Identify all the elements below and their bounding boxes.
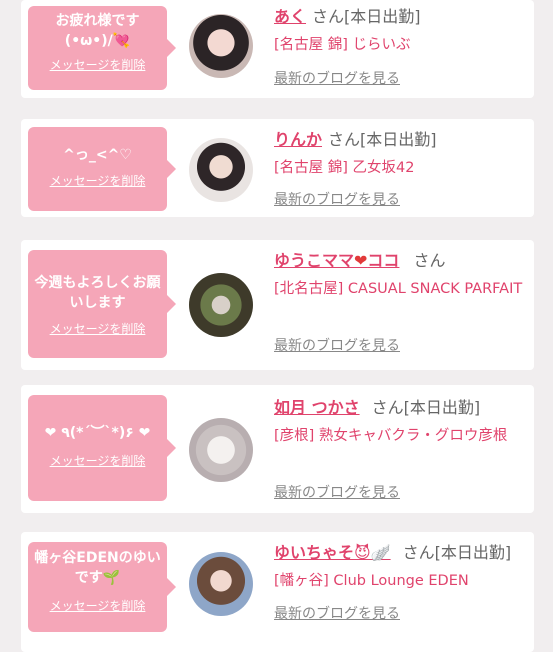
store-label: [彦根] 熟女キャバクラ・グロウ彦根 (274, 428, 508, 444)
name-line: りんか さん[本日出勤] (274, 129, 530, 151)
blog-link[interactable]: 最新のブログを見る (274, 483, 400, 503)
store-label: [名古屋 錦] 乙女坂42 (274, 160, 415, 176)
delete-message-link[interactable]: メッセージを削除 (34, 453, 161, 469)
blog-link[interactable]: 最新のブログを見る (274, 336, 400, 356)
message-card: ❤ ٩(*´︶`*)۶ ❤ メッセージを削除 如月 つかさ さん[本日出勤] [彦… (21, 385, 534, 513)
avatar[interactable] (189, 273, 253, 337)
profile-info: ゆいちゃそ😈🪽 さん[本日出勤] [幡ヶ谷] Club Lounge EDEN 最… (274, 542, 530, 642)
profile-name-link[interactable]: あく (274, 7, 306, 26)
profile-info: りんか さん[本日出勤] [名古屋 錦] 乙女坂42 最新のブログを見る (274, 129, 530, 215)
san-label: さん (328, 130, 361, 149)
blog-link[interactable]: 最新のブログを見る (274, 190, 400, 210)
store-label: [名古屋 錦] じらいぶ (274, 37, 411, 53)
status-badge: [本日出勤] (344, 7, 421, 26)
message-text: 今週もよろしくお願いします (34, 275, 161, 311)
san-label: さん (402, 543, 435, 562)
message-card: 幡ヶ谷EDENのゆいです🌱 メッセージを削除 ゆいちゃそ😈🪽 さん[本日出勤] [… (21, 532, 534, 652)
delete-message-link[interactable]: メッセージを削除 (34, 173, 161, 189)
name-line: 如月 つかさ さん[本日出勤] (274, 397, 530, 419)
avatar[interactable] (189, 138, 253, 202)
blog-link[interactable]: 最新のブログを見る (274, 69, 400, 89)
blog-link[interactable]: 最新のブログを見る (274, 604, 400, 624)
profile-name-link[interactable]: 如月 つかさ (274, 398, 360, 417)
profile-info: 如月 つかさ さん[本日出勤] [彦根] 熟女キャバクラ・グロウ彦根 最新のブログ… (274, 397, 530, 509)
name-line: ゆうこママ❤ココ さん (274, 250, 530, 272)
store-label: [北名古屋] CASUAL SNACK PARFAIT (274, 281, 523, 297)
message-bubble: 幡ヶ谷EDENのゆいです🌱 メッセージを削除 (28, 542, 176, 632)
status-badge: [本日出勤] (403, 398, 481, 417)
message-bubble: 今週もよろしくお願いします メッセージを削除 (28, 250, 176, 358)
profile-name-suffix: ココ (367, 251, 400, 270)
message-bubble: ^っ_<^♡ メッセージを削除 (28, 127, 176, 211)
delete-message-link[interactable]: メッセージを削除 (34, 598, 161, 614)
message-card: 今週もよろしくお願いします メッセージを削除 ゆうこママ❤ココ さん [北名古屋]… (21, 240, 534, 370)
san-label: さん (312, 7, 345, 26)
status-badge: [本日出勤] (360, 130, 437, 149)
heart-icon: ❤ (354, 251, 368, 270)
profile-name: ゆうこママ (274, 251, 355, 270)
store-label: [幡ヶ谷] Club Lounge EDEN (274, 573, 469, 589)
message-text: ❤ ٩(*´︶`*)۶ ❤ (44, 425, 151, 441)
profile-info: ゆうこママ❤ココ さん [北名古屋] CASUAL SNACK PARFAIT 最… (274, 250, 530, 366)
san-label: さん (371, 398, 404, 417)
message-bubble: ❤ ٩(*´︶`*)۶ ❤ メッセージを削除 (28, 395, 176, 501)
message-text: お疲れ様です(•ω•)/💘 (55, 13, 140, 49)
message-card: ^っ_<^♡ メッセージを削除 りんか さん[本日出勤] [名古屋 錦] 乙女坂4… (21, 119, 534, 217)
message-text: ^っ_<^♡ (63, 147, 132, 163)
delete-message-link[interactable]: メッセージを削除 (34, 57, 161, 73)
profile-info: あく さん[本日出勤] [名古屋 錦] じらいぶ 最新のブログを見る (274, 6, 530, 92)
san-label: さん (413, 251, 446, 270)
profile-name-link[interactable]: りんか (274, 130, 322, 149)
status-badge: [本日出勤] (434, 543, 512, 562)
avatar[interactable] (189, 418, 253, 482)
profile-name-link[interactable]: ゆいちゃそ😈🪽 (274, 543, 391, 562)
profile-name-link[interactable]: ゆうこママ❤ココ (274, 251, 399, 270)
name-line: ゆいちゃそ😈🪽 さん[本日出勤] (274, 542, 530, 564)
avatar[interactable] (189, 14, 253, 78)
name-line: あく さん[本日出勤] (274, 6, 530, 28)
avatar[interactable] (189, 552, 253, 616)
message-text: 幡ヶ谷EDENのゆいです🌱 (34, 550, 161, 586)
message-card: お疲れ様です(•ω•)/💘 メッセージを削除 あく さん[本日出勤] [名古屋 錦… (21, 0, 534, 98)
message-bubble: お疲れ様です(•ω•)/💘 メッセージを削除 (28, 6, 176, 90)
delete-message-link[interactable]: メッセージを削除 (34, 321, 161, 337)
